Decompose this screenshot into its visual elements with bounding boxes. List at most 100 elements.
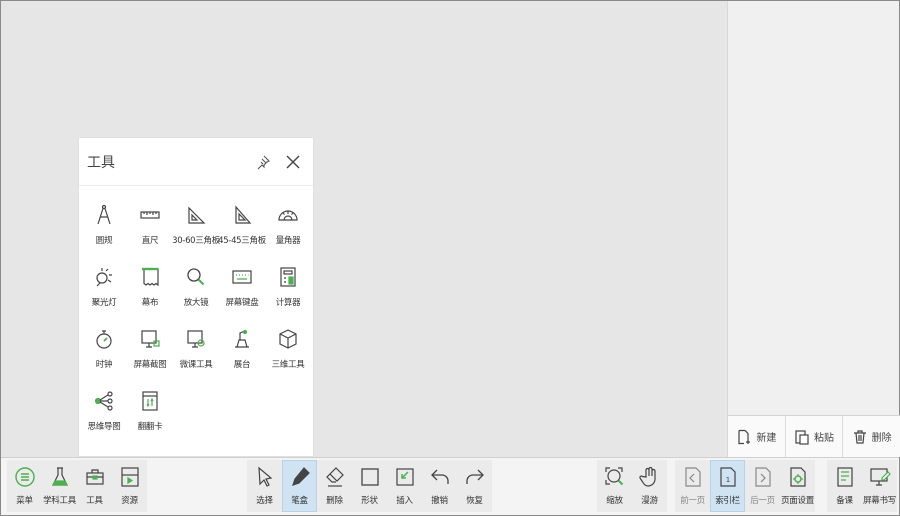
- tools-panel: 工具 圆规 直尺 30-60三角板 45-45三角板 量角器 聚光灯 幕布 放大…: [78, 137, 314, 457]
- tool-label: 直尺: [141, 236, 159, 246]
- toolbar-label: 资源: [121, 496, 138, 506]
- zoom-icon: [604, 467, 623, 486]
- tool-document-camera[interactable]: 展台: [219, 324, 265, 386]
- micro-lesson-icon: [187, 330, 205, 348]
- toolbar-label: 学科工具: [43, 496, 76, 506]
- insert-button[interactable]: 插入: [387, 460, 422, 512]
- tool-mind-map[interactable]: 思维导图: [81, 386, 127, 448]
- tool-micro-lesson[interactable]: 微课工具: [173, 324, 219, 386]
- tool-label: 展台: [233, 360, 251, 370]
- tool-flip-card[interactable]: 翻翻卡: [127, 386, 173, 448]
- paste-button[interactable]: 粘贴: [786, 416, 844, 457]
- screenshot-icon: [141, 330, 160, 348]
- delete-page-button[interactable]: 删除: [843, 416, 900, 457]
- screen-write-button[interactable]: 屏幕书写: [862, 460, 897, 512]
- toolbar-group-pages: 前一页 1 索引栏 后一页 页面设置: [675, 460, 815, 512]
- tool-label: 幕布: [141, 298, 159, 308]
- tool-protractor[interactable]: 量角器: [265, 200, 311, 262]
- tool-3d[interactable]: 三维工具: [265, 324, 311, 386]
- tool-label: 量角器: [275, 236, 301, 246]
- shape-button[interactable]: 形状: [352, 460, 387, 512]
- toolbar-group-view: 缩放 漫游: [597, 460, 667, 512]
- tool-triangle-30-60[interactable]: 30-60三角板: [172, 200, 220, 262]
- cursor-icon: [257, 466, 272, 487]
- tool-screenshot[interactable]: 屏幕截图: [127, 324, 173, 386]
- tools-button[interactable]: 工具: [77, 460, 112, 512]
- lesson-prep-button[interactable]: 备课: [827, 460, 862, 512]
- paste-label: 粘贴: [814, 433, 834, 444]
- tool-label: 聚光灯: [91, 298, 117, 308]
- next-page-icon: [754, 467, 771, 487]
- toolbar-label: 形状: [361, 496, 378, 506]
- redo-icon: [465, 469, 484, 484]
- protractor-icon: [278, 210, 298, 221]
- flip-card-icon: [142, 391, 158, 411]
- triangle-45-45-icon: [235, 205, 252, 224]
- tool-clock[interactable]: 时钟: [81, 324, 127, 386]
- tool-label: 30-60三角板: [172, 236, 220, 246]
- toolbar-label: 索引栏: [715, 496, 740, 506]
- tool-label: 翻翻卡: [137, 422, 163, 432]
- tool-keyboard[interactable]: 屏幕键盘: [219, 262, 265, 324]
- toolbox-icon: [85, 469, 104, 485]
- spotlight-icon: [96, 268, 112, 287]
- new-page-icon: [738, 429, 751, 444]
- new-page-button[interactable]: 新建: [728, 416, 786, 457]
- calculator-icon: [280, 267, 296, 287]
- page-index-panel: 新建 粘贴 删除: [727, 1, 900, 457]
- tool-ruler[interactable]: 直尺: [127, 200, 173, 262]
- pen-icon: [291, 467, 310, 486]
- shape-icon: [360, 468, 379, 486]
- tools-grid: 圆规 直尺 30-60三角板 45-45三角板 量角器 聚光灯 幕布 放大镜 屏…: [79, 186, 313, 448]
- subject-tools-button[interactable]: 学科工具: [42, 460, 77, 512]
- tool-curtain[interactable]: 幕布: [127, 262, 173, 324]
- toolbar-label: 插入: [396, 496, 413, 506]
- hand-icon: [638, 466, 656, 487]
- tool-label: 微课工具: [179, 360, 213, 370]
- menu-button[interactable]: 菜单: [7, 460, 42, 512]
- close-button[interactable]: [283, 152, 303, 172]
- tool-label: 圆规: [95, 236, 113, 246]
- toolbar-label: 撤销: [431, 496, 448, 506]
- toolbar-label: 选择: [256, 496, 273, 506]
- tool-spotlight[interactable]: 聚光灯: [81, 262, 127, 324]
- lesson-prep-icon: [836, 467, 853, 487]
- tool-label: 屏幕键盘: [225, 298, 259, 308]
- page-settings-button[interactable]: 页面设置: [780, 460, 815, 512]
- tool-label: 放大镜: [183, 298, 209, 308]
- cube-icon: [279, 329, 297, 349]
- redo-button[interactable]: 恢复: [457, 460, 492, 512]
- paste-icon: [795, 429, 809, 445]
- trash-icon: [853, 429, 866, 444]
- pin-icon: [257, 155, 270, 169]
- tool-calculator[interactable]: 计算器: [265, 262, 311, 324]
- tool-label: 计算器: [275, 298, 301, 308]
- tool-triangle-45-45[interactable]: 45-45三角板: [218, 200, 266, 262]
- pan-button[interactable]: 漫游: [632, 460, 667, 512]
- resource-icon: [120, 467, 139, 487]
- zoom-button[interactable]: 缩放: [597, 460, 632, 512]
- flask-icon: [51, 467, 68, 486]
- toolbar-label: 删除: [326, 496, 343, 506]
- prev-page-button[interactable]: 前一页: [675, 460, 710, 512]
- tool-label: 屏幕截图: [133, 360, 167, 370]
- toolbar-label: 屏幕书写: [863, 496, 896, 506]
- ruler-icon: [140, 211, 160, 219]
- tool-magnifier[interactable]: 放大镜: [173, 262, 219, 324]
- toolbar-label: 工具: [86, 496, 103, 506]
- toolbar-label: 后一页: [750, 496, 775, 506]
- tool-label: 三维工具: [271, 360, 305, 370]
- eraser-button[interactable]: 删除: [317, 460, 352, 512]
- prev-page-icon: [684, 467, 701, 487]
- undo-button[interactable]: 撤销: [422, 460, 457, 512]
- pen-box-button[interactable]: 笔盒: [282, 460, 317, 512]
- tool-compass[interactable]: 圆规: [81, 200, 127, 262]
- close-icon: [286, 155, 300, 168]
- next-page-button[interactable]: 后一页: [745, 460, 780, 512]
- curtain-icon: [142, 267, 159, 287]
- pin-button[interactable]: [253, 152, 273, 172]
- resources-button[interactable]: 资源: [112, 460, 147, 512]
- select-button[interactable]: 选择: [247, 460, 282, 512]
- index-bar-button[interactable]: 1 索引栏: [710, 460, 745, 512]
- toolbar-group-extra: 备课 屏幕书写: [827, 460, 897, 512]
